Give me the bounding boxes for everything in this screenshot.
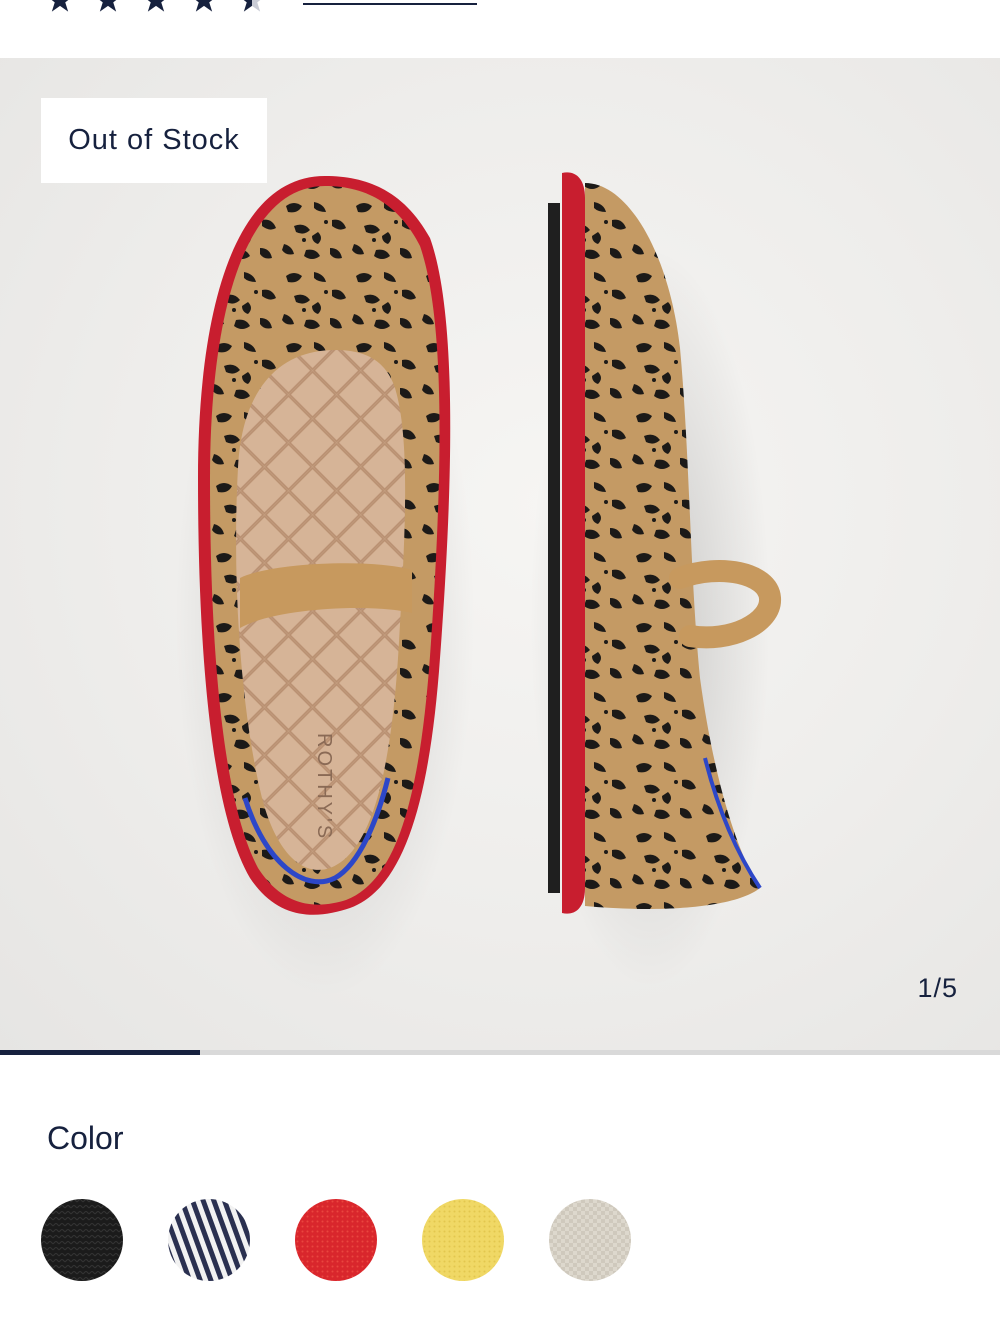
out-of-stock-badge: Out of Stock	[41, 98, 267, 183]
reviews-link[interactable]	[303, 0, 477, 5]
star-rating[interactable]	[46, 0, 266, 14]
knit-texture-icon	[422, 1199, 504, 1281]
gallery-progress-bar	[0, 1050, 1000, 1055]
star-icon	[99, 0, 117, 12]
product-image: ROTHY'S	[175, 172, 781, 998]
star-icon	[195, 0, 213, 12]
insole-brand: ROTHY'S	[313, 733, 335, 841]
knit-texture-icon	[295, 1199, 377, 1281]
swatch-red[interactable]	[295, 1199, 377, 1281]
product-gallery[interactable]: ROTHY'S Out of Stock 1/5	[0, 58, 1000, 1052]
gallery-progress-fill	[0, 1050, 200, 1055]
slide-counter: 1/5	[917, 973, 958, 1003]
half-star-icon	[243, 0, 261, 12]
color-swatches	[41, 1199, 631, 1281]
knit-texture-icon	[41, 1199, 123, 1281]
star-icon	[147, 0, 165, 12]
swatch-yellow[interactable]	[422, 1199, 504, 1281]
rating-strip	[0, 0, 1000, 58]
swatch-black[interactable]	[41, 1199, 123, 1281]
star-icon	[51, 0, 69, 12]
weave-texture-icon	[549, 1199, 631, 1281]
swatch-navy-stripe[interactable]	[168, 1199, 250, 1281]
swatch-cream[interactable]	[549, 1199, 631, 1281]
stripe-texture-icon	[168, 1199, 250, 1281]
color-section-title: Color	[47, 1120, 124, 1156]
